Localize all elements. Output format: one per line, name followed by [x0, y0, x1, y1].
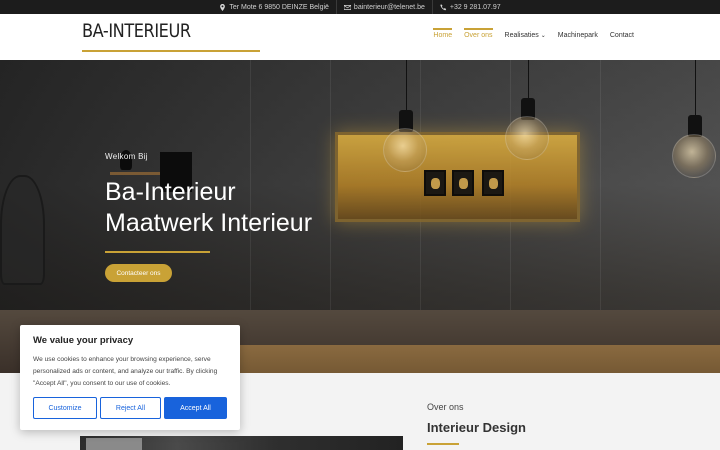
nav-home[interactable]: Home	[427, 28, 458, 43]
main-nav: Home Over ons Realisaties ⌄ Machinepark C…	[427, 28, 640, 43]
logo-underline	[82, 50, 260, 52]
contact-button[interactable]: Contacteer ons	[105, 264, 172, 282]
about-image	[80, 436, 403, 450]
phone-item[interactable]: +32 9 281.07.97	[431, 0, 508, 14]
hero-welcome: Welkom Bij	[105, 152, 148, 161]
nav-contact[interactable]: Contact	[604, 28, 640, 43]
about-title: Interieur Design	[427, 420, 526, 435]
location-pin-icon	[220, 3, 226, 11]
phone-link[interactable]: +32 9 281.07.97	[450, 4, 501, 11]
email-link[interactable]: bainterieur@telenet.be	[354, 4, 425, 11]
site-header: BA-INTERIEUR Home Over ons Realisaties ⌄ …	[0, 14, 720, 60]
lamp-cord	[406, 60, 407, 110]
email-item[interactable]: bainterieur@telenet.be	[335, 0, 432, 14]
picture-frame	[424, 170, 446, 196]
cookie-consent-banner: We value your privacy We use cookies to …	[20, 325, 240, 430]
nav-realisaties-label: Realisaties	[504, 32, 539, 39]
nav-over-ons-label: Over ons	[464, 32, 493, 39]
cookie-text: We use cookies to enhance your browsing …	[33, 356, 218, 387]
lamp-cord	[528, 60, 529, 100]
pendant-bulb	[383, 128, 427, 172]
nav-realisaties[interactable]: Realisaties ⌄	[499, 28, 552, 43]
lamp-cord	[695, 60, 696, 115]
wall-panel	[250, 60, 251, 310]
nav-home-label: Home	[433, 32, 453, 39]
hero-title: Ba-Interieur	[105, 178, 236, 206]
dining-table	[209, 345, 720, 373]
wall-panel	[600, 60, 601, 310]
wall-panel	[330, 60, 331, 310]
accept-all-button[interactable]: Accept All	[164, 397, 227, 419]
hero-divider	[105, 251, 210, 253]
phone-icon	[440, 3, 447, 10]
reject-all-button[interactable]: Reject All	[100, 397, 161, 419]
envelope-icon	[343, 4, 351, 10]
about-kicker: Over ons	[427, 402, 464, 412]
top-info-bar: Ter Mote 6 9850 DEINZE België bainterieu…	[0, 0, 720, 14]
picture-frame	[452, 170, 474, 196]
about-divider	[427, 443, 459, 445]
pendant-bulb	[505, 116, 549, 160]
lounge-chair	[0, 175, 45, 285]
nav-over-ons[interactable]: Over ons	[458, 28, 498, 43]
nav-machinepark[interactable]: Machinepark	[552, 28, 604, 43]
hero-subtitle: Maatwerk Interieur	[105, 209, 313, 237]
site-logo[interactable]: BA-INTERIEUR	[82, 20, 191, 42]
customize-button[interactable]: Customize	[33, 397, 97, 419]
cookie-title: We value your privacy	[33, 335, 134, 346]
nav-machinepark-label: Machinepark	[557, 32, 598, 39]
chevron-down-icon: ⌄	[540, 33, 546, 39]
picture-frame	[482, 170, 504, 196]
pendant-bulb	[672, 134, 716, 178]
address-text: Ter Mote 6 9850 DEINZE België	[229, 3, 329, 11]
nav-contact-label: Contact	[609, 32, 634, 39]
address-item: Ter Mote 6 9850 DEINZE België	[212, 0, 336, 14]
